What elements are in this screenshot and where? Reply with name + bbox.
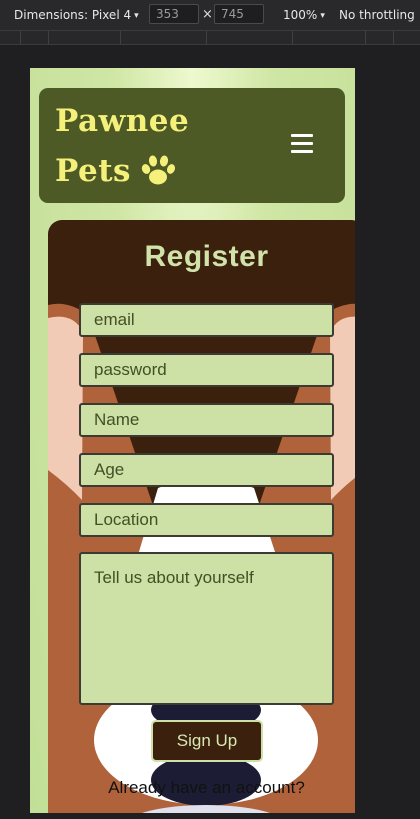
- ruler-divider: [393, 31, 394, 44]
- device-dimensions-label: Dimensions: Pixel 4: [14, 8, 132, 22]
- email-field[interactable]: [79, 303, 334, 337]
- ruler-divider: [206, 31, 207, 44]
- throttling-label: No throttling: [339, 8, 415, 22]
- sign-up-button[interactable]: Sign Up: [151, 720, 263, 762]
- dimension-separator: ×: [202, 7, 213, 22]
- zoom-label: 100%: [283, 8, 318, 22]
- site-header: Pawnee Pets: [39, 88, 345, 203]
- media-query-ruler[interactable]: [0, 30, 420, 45]
- chevron-down-icon: ▾: [320, 11, 325, 21]
- age-field[interactable]: [79, 453, 334, 487]
- about-textarea[interactable]: [79, 552, 334, 705]
- ruler-divider: [48, 31, 49, 44]
- password-field[interactable]: [79, 353, 334, 387]
- viewport-width-input[interactable]: 353: [149, 4, 199, 24]
- device-dimensions-dropdown[interactable]: Dimensions: Pixel 4 ▾: [14, 7, 139, 25]
- name-field[interactable]: [79, 403, 334, 437]
- ruler-divider: [292, 31, 293, 44]
- devtools-device-toolbar: Dimensions: Pixel 4 ▾ 353 × 745 100% ▾ No …: [0, 0, 420, 30]
- hamburger-bar: [291, 150, 313, 153]
- paw-icon: [141, 155, 175, 185]
- brand-logo[interactable]: Pawnee Pets: [55, 96, 189, 196]
- login-prompt[interactable]: Already have an account?: [48, 778, 355, 798]
- brand-line-2: Pets: [55, 153, 131, 189]
- zoom-dropdown[interactable]: 100% ▾: [283, 7, 325, 25]
- device-viewport: Pawnee Pets Register email Name Age Loca…: [30, 68, 355, 813]
- location-field[interactable]: [79, 503, 334, 537]
- chevron-down-icon: ▾: [134, 11, 139, 21]
- brand-line-1: Pawnee: [55, 103, 190, 139]
- throttling-dropdown[interactable]: No throttling: [339, 7, 415, 23]
- register-card: Register Sign Up Already have an account…: [48, 220, 355, 813]
- ruler-divider: [20, 31, 21, 44]
- register-title: Register: [144, 240, 269, 273]
- hamburger-bar: [291, 142, 313, 145]
- hamburger-bar: [291, 134, 313, 137]
- hamburger-icon[interactable]: [291, 134, 313, 154]
- viewport-height-input[interactable]: 745: [214, 4, 264, 24]
- ruler-divider: [365, 31, 366, 44]
- ruler-divider: [120, 31, 121, 44]
